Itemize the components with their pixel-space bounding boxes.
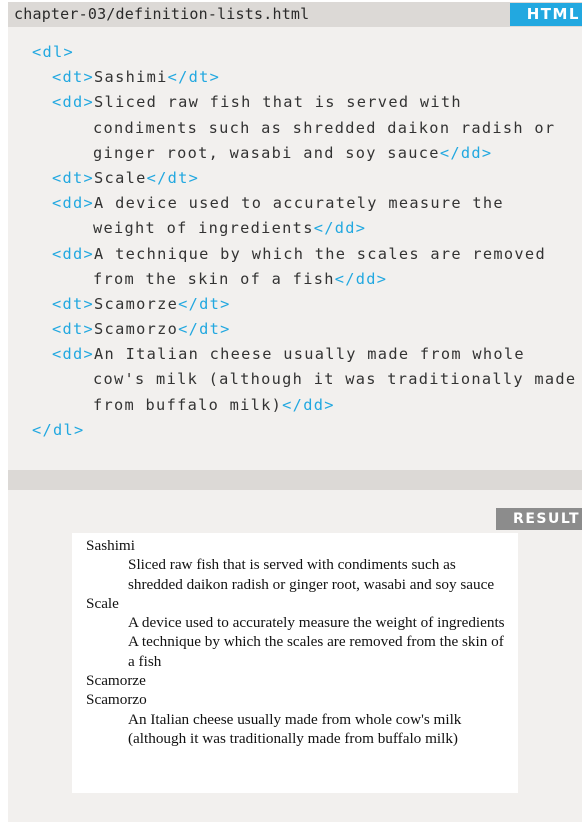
code-line: <dd>Sliced raw fish that is served with [8, 90, 576, 115]
definition-term: Sashimi [86, 537, 135, 554]
definition-list: Sashimi Sliced raw fish that is served wi… [86, 536, 506, 748]
code-tag: <dt> [52, 168, 95, 187]
code-line: condiments such as shredded daikon radis… [8, 116, 576, 141]
code-listing: <dl> <dt>Sashimi</dt> <dd>Sliced raw fish … [8, 40, 576, 443]
code-text: A technique by which the scales are remo… [94, 244, 546, 263]
code-tag: </dl> [32, 420, 85, 439]
code-tag: </dt> [178, 320, 231, 339]
code-panel: chapter-03/definition-lists.html HTML <d… [8, 2, 582, 470]
code-line: from the skin of a fish</dd> [8, 267, 576, 292]
code-header: chapter-03/definition-lists.html HTML [8, 2, 582, 27]
code-text: Scamorzo [94, 320, 179, 339]
code-text: cow's milk (although it was traditionall… [93, 370, 577, 389]
code-text: weight of ingredients [93, 219, 314, 238]
code-text: Sashimi [94, 68, 168, 87]
code-line: cow's milk (although it was traditionall… [8, 367, 576, 392]
definition-term: Scamorze [86, 672, 146, 690]
code-tag: <dt> [52, 320, 95, 339]
code-line: <dt>Scamorzo</dt> [8, 317, 576, 342]
code-line: </dl> [8, 418, 576, 443]
code-tag: </dd> [334, 269, 388, 288]
code-line: <dd>A device used to accurately measure … [8, 191, 576, 216]
code-line: <dd>A technique by which the scales are … [8, 242, 576, 267]
filename: chapter-03/definition-lists.html [14, 5, 310, 23]
code-tag: <dd> [52, 244, 95, 263]
code-text: ginger root, wasabi and soy sauce [93, 143, 440, 162]
code-tag: <dt> [52, 294, 95, 313]
code-text: Scale [94, 168, 147, 187]
code-tag: <dd> [52, 194, 95, 213]
code-text: A device used to accurately measure the [94, 194, 504, 213]
definition-term: Scale [86, 594, 119, 612]
panel-divider [8, 470, 582, 490]
code-tag: <dd> [52, 345, 95, 364]
html-badge: HTML [510, 3, 582, 26]
code-tag: </dt> [178, 294, 231, 313]
code-tag: </dt> [167, 68, 221, 87]
code-tag: <dl> [32, 43, 75, 61]
code-text: Sliced raw fish that is served with [94, 93, 462, 112]
code-tag: </dd> [313, 219, 367, 238]
definition-description: An Italian cheese usually made from whol… [128, 710, 462, 747]
result-page: Sashimi Sliced raw fish that is served wi… [72, 533, 518, 793]
code-text: condiments such as shredded daikon radis… [93, 118, 556, 137]
code-line: <dt>Scamorze</dt> [8, 292, 576, 317]
definition-description: A technique by which the scales are remo… [128, 633, 504, 670]
code-line: <dl> [8, 40, 576, 65]
code-tag: </dd> [439, 143, 493, 162]
result-panel: RESULT Sashimi Sliced raw fish that is se… [8, 490, 582, 822]
result-badge: RESULT [496, 508, 582, 530]
code-tag: </dd> [282, 395, 335, 414]
code-text: from the skin of a fish [93, 269, 335, 288]
definition-description: A device used to accurately measure the … [128, 614, 505, 632]
code-line: from buffalo milk)</dd> [8, 393, 576, 418]
code-line: ginger root, wasabi and soy sauce</dd> [8, 141, 576, 166]
code-line: <dt>Scale</dt> [8, 166, 576, 191]
code-line: <dt>Sashimi</dt> [8, 65, 576, 90]
code-text: Scamorze [94, 294, 179, 313]
code-line: <dd>An Italian cheese usually made from … [8, 342, 576, 367]
code-line: weight of ingredients</dd> [8, 216, 576, 241]
definition-description: Sliced raw fish that is served with cond… [128, 556, 495, 593]
definition-term: Scamorzo [86, 691, 147, 709]
code-tag: <dd> [52, 93, 95, 112]
code-text: An Italian cheese usually made from whol… [94, 345, 525, 364]
code-tag: <dt> [52, 68, 95, 87]
code-tag: </dt> [146, 168, 200, 187]
code-text: from buffalo milk) [93, 395, 283, 414]
